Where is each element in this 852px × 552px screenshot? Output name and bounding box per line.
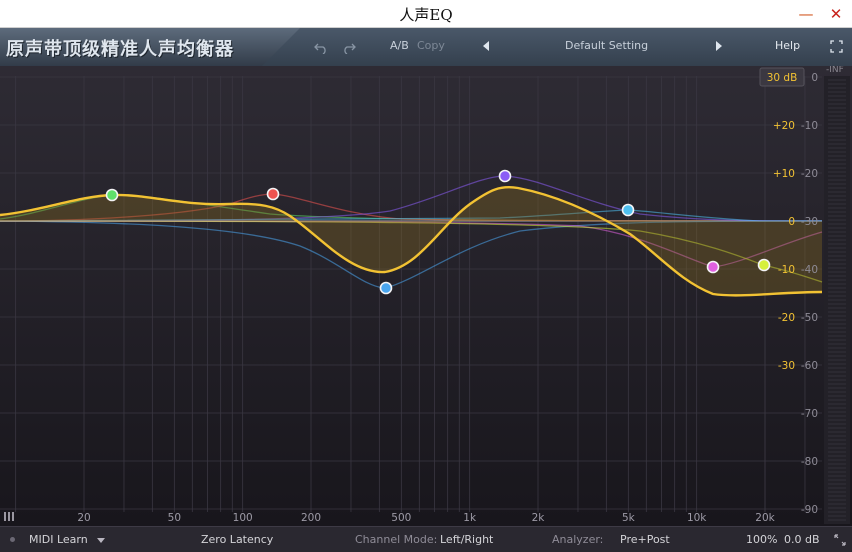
band-2-node[interactable] <box>266 187 280 201</box>
spectrum-db-label: -80 <box>801 456 818 468</box>
window-title: 人声EQ <box>399 6 453 24</box>
output-gain[interactable]: 0.0 dB <box>784 533 820 546</box>
freq-label: 20 <box>77 512 90 524</box>
freq-label: 20k <box>755 512 775 524</box>
copy-button[interactable]: Copy <box>417 39 445 52</box>
analyzer-value[interactable]: Pre+Post <box>620 533 670 546</box>
channel-mode-label: Channel Mode: <box>355 533 438 546</box>
eq-gain-label: -20 <box>778 312 795 324</box>
spectrum-db-label: 0 <box>811 72 818 84</box>
banner-text: 原声带顶级精准人声均衡器 <box>6 39 234 60</box>
eq-gain-label: -10 <box>778 264 795 276</box>
midi-learn-button[interactable]: MIDI Learn <box>29 533 88 546</box>
band-5-node[interactable] <box>621 203 635 217</box>
prev-preset-arrow-icon[interactable] <box>483 41 489 51</box>
zoom-level[interactable]: 100% <box>746 533 777 546</box>
band-6-node[interactable] <box>706 260 720 274</box>
eq-gain-label: +10 <box>773 168 795 180</box>
redo-icon[interactable] <box>342 40 356 54</box>
eq-graph-canvas[interactable]: 20 50 100 200 500 1k 2k 5k 10k 20k 0 -10 -20 -30 -40 -5… <box>0 66 852 526</box>
latency-mode[interactable]: Zero Latency <box>201 533 273 546</box>
fullscreen-icon[interactable] <box>830 40 843 53</box>
minimize-button[interactable]: — <box>796 4 816 24</box>
eq-gain-label: 0 <box>788 216 795 228</box>
analyzer-label: Analyzer: <box>552 533 604 546</box>
resize-icon[interactable] <box>834 534 846 546</box>
freq-label: 500 <box>391 512 411 524</box>
eq-gain-label: +20 <box>773 120 795 132</box>
spectrum-db-label: -70 <box>801 408 818 420</box>
bottom-bar: MIDI Learn Zero Latency Channel Mode: Le… <box>0 526 852 552</box>
spectrum-db-label: -60 <box>801 360 818 372</box>
spectrum-db-label: -50 <box>801 312 818 324</box>
spectrum-db-label: -20 <box>801 168 818 180</box>
band-1-node[interactable] <box>105 188 119 202</box>
next-preset-arrow-icon[interactable] <box>716 41 722 51</box>
spectrum-db-label: -40 <box>801 264 818 276</box>
eq-graph[interactable]: 20 50 100 200 500 1k 2k 5k 10k 20k 0 -10 -20 -30 -40 -5… <box>0 66 852 526</box>
toolbar: 原声带顶级精准人声均衡器 A/B Copy Default Setting He… <box>0 28 852 66</box>
close-button[interactable]: ✕ <box>826 4 846 24</box>
eq-gain-label: -30 <box>778 360 795 372</box>
band-7-node[interactable] <box>757 258 771 272</box>
freq-label: 50 <box>168 512 181 524</box>
preset-name[interactable]: Default Setting <box>565 39 648 52</box>
help-button[interactable]: Help <box>775 39 800 52</box>
freq-label: 5k <box>622 512 636 524</box>
channel-mode-value[interactable]: Left/Right <box>440 533 493 546</box>
spectrum-db-label: -30 <box>801 216 818 228</box>
band-3-node[interactable] <box>379 281 393 295</box>
freq-label: 100 <box>233 512 253 524</box>
midi-learn-dropdown-icon[interactable] <box>97 538 105 543</box>
range-badge[interactable]: 30 dB <box>767 72 798 84</box>
meter-top-label: -INF <box>826 66 844 75</box>
eq-plugin-window: 人声EQ — ✕ 原声带顶级精准人声均衡器 A/B Copy Default S… <box>0 0 852 552</box>
title-bar: 人声EQ — ✕ <box>0 0 852 28</box>
product-banner: 原声带顶级精准人声均衡器 <box>0 28 300 66</box>
band-4-node[interactable] <box>498 169 512 183</box>
ab-compare-button[interactable]: A/B <box>390 39 409 52</box>
spectrum-db-label: -10 <box>801 120 818 132</box>
undo-icon[interactable] <box>314 40 328 54</box>
freq-label: 2k <box>532 512 546 524</box>
freq-label: 200 <box>301 512 321 524</box>
scale-icon[interactable] <box>4 512 14 521</box>
freq-label: 10k <box>687 512 707 524</box>
freq-label: 1k <box>463 512 477 524</box>
spectrum-db-label: -90 <box>801 504 818 516</box>
midi-status-icon <box>10 537 15 542</box>
